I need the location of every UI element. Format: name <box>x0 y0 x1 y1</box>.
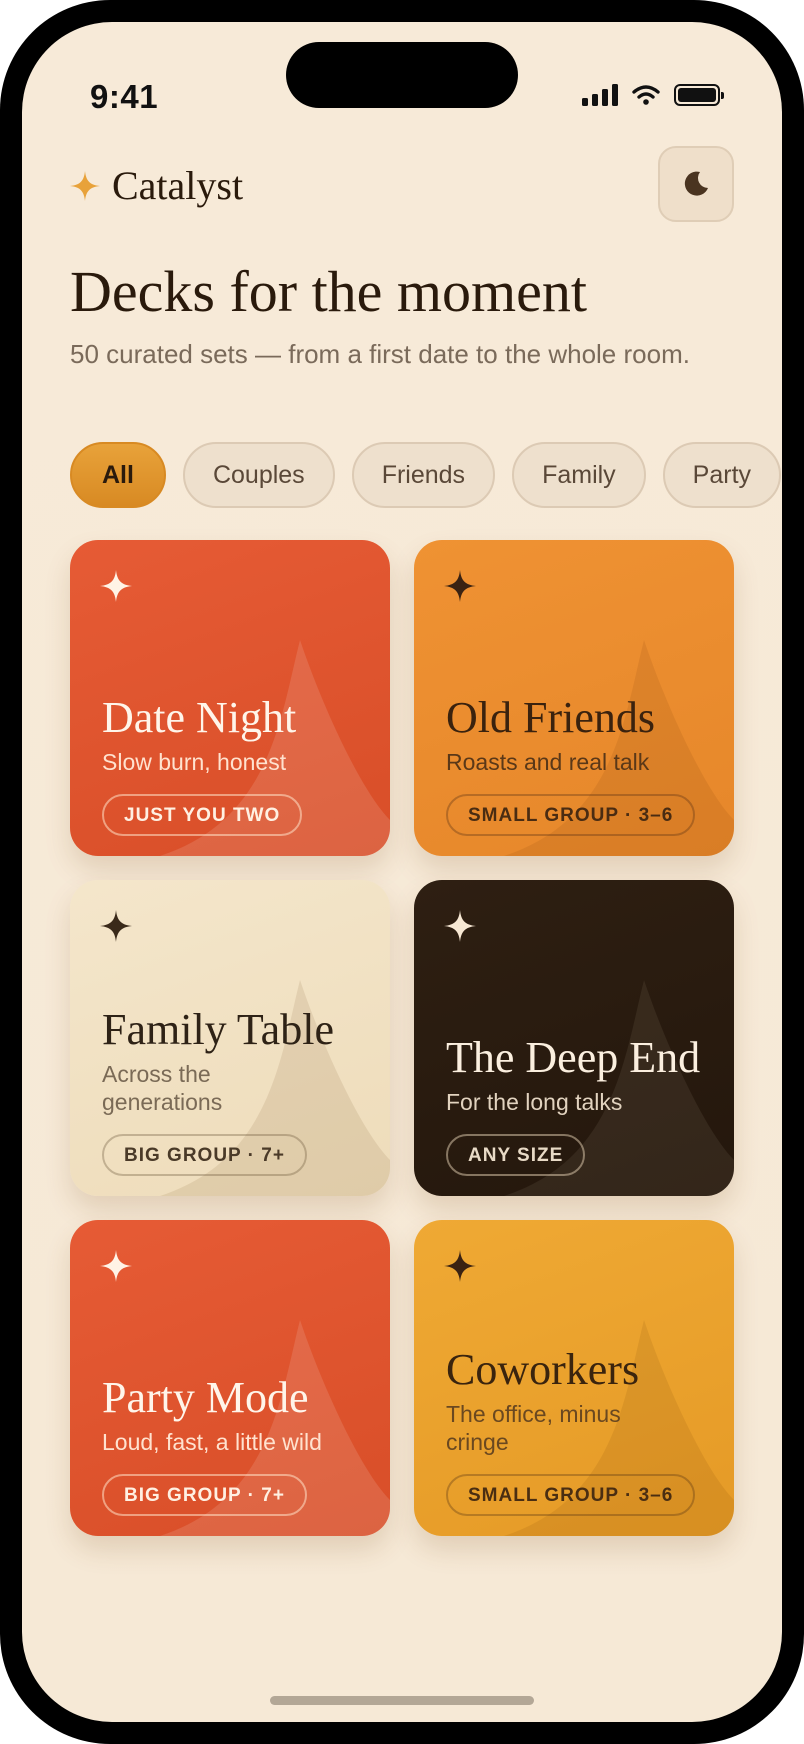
battery-icon <box>674 84 724 106</box>
app-screen: 9:41 Catalyst Decks for the moment 50 cu… <box>22 22 782 1722</box>
sparkle-icon <box>444 570 476 602</box>
deck-card-coworkers[interactable]: Coworkers The office, minus cringe SMALL… <box>414 1220 734 1536</box>
sparkle-icon <box>70 170 100 201</box>
deck-title: Date Night <box>102 693 297 742</box>
filter-chip-family[interactable]: Family <box>512 442 646 508</box>
sparkle-icon <box>100 570 132 602</box>
wifi-icon <box>632 85 660 105</box>
filter-chip-couples[interactable]: Couples <box>182 442 335 508</box>
dynamic-island <box>286 42 518 108</box>
theme-toggle-button[interactable] <box>658 146 734 222</box>
filter-chip-friends[interactable]: Friends <box>351 442 496 508</box>
page-subtitle: 50 curated sets — from a first date to t… <box>70 339 690 369</box>
sparkle-icon <box>100 1250 132 1282</box>
deck-subtitle: Across the generations <box>102 1061 223 1115</box>
deck-subtitle: Loud, fast, a little wild <box>102 1429 322 1455</box>
deck-subtitle: Slow burn, honest <box>102 749 287 775</box>
deck-size-badge: ANY SIZE <box>446 1134 586 1176</box>
deck-size-badge: SMALL GROUP · 3–6 <box>446 1474 696 1516</box>
deck-card-family-table[interactable]: Family Table Across the generations BIG … <box>70 880 390 1196</box>
deck-subtitle: For the long talks <box>446 1089 623 1115</box>
deck-title: Family Table <box>102 1005 334 1054</box>
sparkle-icon <box>100 910 132 942</box>
deck-subtitle: The office, minus cringe <box>446 1401 621 1455</box>
deck-title: Coworkers <box>446 1345 640 1394</box>
deck-grid: Date Night Slow burn, honest JUST YOU TW… <box>70 540 734 1536</box>
cellular-signal-icon <box>582 84 618 106</box>
filter-chip-party[interactable]: Party <box>662 442 782 508</box>
sparkle-icon <box>444 1250 476 1282</box>
deck-size-badge: JUST YOU TWO <box>102 794 303 836</box>
sparkle-icon <box>444 910 476 942</box>
brand: Catalyst <box>70 162 243 209</box>
deck-card-date-night[interactable]: Date Night Slow burn, honest JUST YOU TW… <box>70 540 390 856</box>
deck-size-badge: SMALL GROUP · 3–6 <box>446 794 696 836</box>
phone-frame: 9:41 Catalyst Decks for the moment 50 cu… <box>0 0 804 1744</box>
status-time: 9:41 <box>90 78 159 115</box>
filter-chips: All Couples Friends Family Party <box>70 442 782 508</box>
deck-title: Old Friends <box>446 693 655 742</box>
deck-title: Party Mode <box>102 1373 309 1422</box>
deck-card-old-friends[interactable]: Old Friends Roasts and real talk SMALL G… <box>414 540 734 856</box>
moon-icon <box>684 171 708 196</box>
deck-size-badge: BIG GROUP · 7+ <box>102 1134 307 1176</box>
app-name: Catalyst <box>112 163 244 208</box>
status-icons <box>582 84 724 106</box>
page-title: Decks for the moment <box>70 259 588 324</box>
deck-card-the-deep-end[interactable]: The Deep End For the long talks ANY SIZE <box>414 880 734 1196</box>
deck-card-party-mode[interactable]: Party Mode Loud, fast, a little wild BIG… <box>70 1220 390 1536</box>
filter-chip-all[interactable]: All <box>70 442 166 508</box>
deck-subtitle: Roasts and real talk <box>446 749 650 775</box>
home-indicator[interactable] <box>270 1696 534 1705</box>
deck-size-badge: BIG GROUP · 7+ <box>102 1474 307 1516</box>
deck-title: The Deep End <box>446 1033 701 1082</box>
